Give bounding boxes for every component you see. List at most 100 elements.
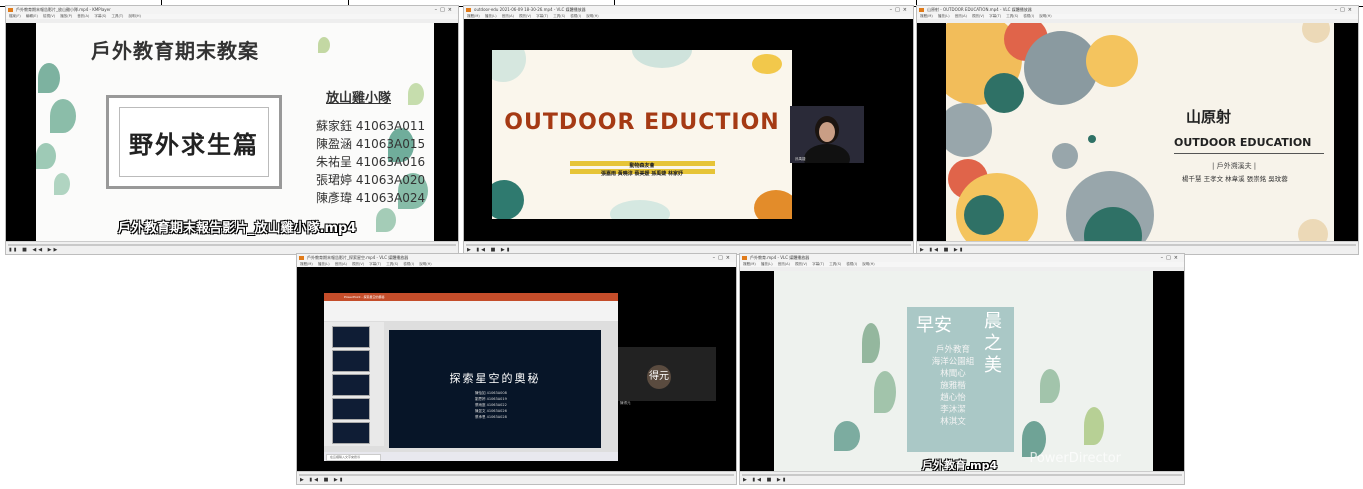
menu-item[interactable]: 工具(S) bbox=[386, 262, 398, 266]
window-controls[interactable]: –□× bbox=[713, 254, 733, 262]
playback-buttons[interactable]: ▶ ▮◀ ■ ▶▮ bbox=[743, 477, 788, 483]
menu-item[interactable]: 檢視(I) bbox=[1023, 14, 1034, 18]
member-list: 陳怡如 41063A008 劉思婷 41063A019 蔡雨庭 41063A02… bbox=[475, 390, 507, 420]
vlc-logo-icon bbox=[299, 256, 304, 260]
leaf-decoration bbox=[632, 50, 692, 68]
player-controls[interactable]: ▶ ▮◀ ■ ▶▮ bbox=[297, 471, 736, 484]
menu-item[interactable]: 音訊(A) bbox=[335, 262, 347, 266]
menu-item[interactable]: 媒體(M) bbox=[300, 262, 313, 266]
menu-item[interactable]: 編輯(E) bbox=[26, 14, 38, 18]
menu-item[interactable]: 音訊(A) bbox=[77, 14, 89, 18]
video-area[interactable]: 戶外教育期末教案 放山雞小隊 野外求生篇 蘇家鈺 41063A011 陳盈涵 4… bbox=[6, 23, 458, 242]
menu-item[interactable]: 字幕(S) bbox=[94, 14, 106, 18]
menu-item[interactable]: 視訊(V) bbox=[519, 14, 531, 18]
menu-item[interactable]: 播放(L) bbox=[761, 262, 773, 266]
menu-item[interactable]: 媒體(M) bbox=[920, 14, 933, 18]
menu-item[interactable]: 視訊(V) bbox=[972, 14, 984, 18]
video-area[interactable]: 山原射 OUTDOOR EDUCATION | 戶外溯溪夫 | 楊千慧 王孝文 … bbox=[917, 23, 1358, 242]
leaf-decoration bbox=[874, 371, 896, 413]
menu-item[interactable]: 檢視(I) bbox=[403, 262, 414, 266]
menu-item[interactable]: 音訊(A) bbox=[502, 14, 514, 18]
slide-thumbnail bbox=[332, 422, 370, 444]
menu-item[interactable]: 工具(T) bbox=[112, 14, 124, 18]
group-members: 楊千慧 王孝文 林韋溪 張崇銘 吳玟蓉 bbox=[1182, 175, 1288, 183]
menu-item[interactable]: 說明(H) bbox=[862, 262, 874, 266]
menu-item[interactable]: 工具(S) bbox=[829, 262, 841, 266]
video-area[interactable]: PowerPoint - 探索星空的奧秘 探索星空的奧秘 陳怡如 41063A0… bbox=[297, 271, 736, 472]
member: 蘇家鈺 41063A011 bbox=[316, 119, 426, 133]
menu-item[interactable]: 播放(L) bbox=[318, 262, 330, 266]
menu-item[interactable]: 字幕(T) bbox=[536, 14, 548, 18]
slide-subtitle: OUTDOOR EDUCATION bbox=[1174, 136, 1312, 149]
slide-shanyuanshe: 山原射 OUTDOOR EDUCATION | 戶外溯溪夫 | 楊千慧 王孝文 … bbox=[946, 23, 1334, 242]
window-controls[interactable]: –□× bbox=[1161, 254, 1181, 262]
video-window-fangshanji[interactable]: 戶外教育期末報告影片_放山雞小隊.mp4 - KMPlayer –□× 檔案(F… bbox=[5, 5, 459, 255]
deco-circle bbox=[984, 73, 1024, 113]
powerpoint-ribbon bbox=[324, 301, 618, 322]
webcam-feed bbox=[790, 106, 864, 163]
menu-item[interactable]: 說明(H) bbox=[1039, 14, 1051, 18]
member: 朱祐呈 41063A016 bbox=[316, 155, 426, 169]
menu-item[interactable]: 視訊(V) bbox=[795, 262, 807, 266]
window-title: 戶外教育期末報告影片_放山雞小隊.mp4 - KMPlayer bbox=[16, 7, 111, 12]
video-window-stargazing[interactable]: 戶外教育期末報告影片_探索星空.mp4 - VLC 媒體播放器 –□× 媒體(M… bbox=[296, 253, 737, 485]
menu-item[interactable]: 說明(H) bbox=[586, 14, 598, 18]
slide-title: OUTDOOR EDUCTION bbox=[504, 110, 780, 135]
video-window-outdoor-eduction[interactable]: outdoor-edu 2021-06-09 18-30-26.mp4 - VL… bbox=[463, 5, 914, 255]
video-window-morning[interactable]: 戶外教育.mp4 - VLC 媒體播放器 –□× 媒體(M) 播放(L) 音訊(… bbox=[739, 253, 1185, 485]
title-left: 早安 bbox=[916, 315, 952, 336]
menu-item[interactable]: 檢視(V) bbox=[43, 14, 55, 18]
menu-item[interactable]: 媒體(M) bbox=[467, 14, 480, 18]
video-area[interactable]: OUTDOOR EDUCTION 動物森友會 張嘉雨 黃曉淳 蔡美媛 孫禹婕 林… bbox=[464, 23, 913, 242]
video-window-shanyuanshe[interactable]: 山原射 - OUTDOOR EDUCATION.mp4 - VLC 媒體播放器 … bbox=[916, 5, 1359, 255]
window-controls[interactable]: –□× bbox=[435, 6, 455, 14]
player-controls[interactable]: ▶ ▮◀ ■ ▶▮ bbox=[740, 471, 1184, 484]
window-controls[interactable]: –□× bbox=[1335, 6, 1355, 14]
leaf-decoration bbox=[54, 173, 70, 195]
playback-buttons[interactable]: ▮▮ ■ ◀◀ ▶▶ bbox=[9, 247, 59, 253]
window-controls[interactable]: –□× bbox=[890, 6, 910, 14]
window-title: outdoor-edu 2021-06-09 18-30-26.mp4 - VL… bbox=[474, 7, 586, 12]
seek-bar[interactable] bbox=[8, 244, 456, 246]
seek-bar[interactable] bbox=[919, 244, 1356, 246]
participant-name: 陳得元 bbox=[620, 401, 631, 405]
menu-item[interactable]: 工具(S) bbox=[553, 14, 565, 18]
title-bar[interactable]: 戶外教育.mp4 - VLC 媒體播放器 –□× bbox=[740, 254, 1184, 262]
title-right: 晨之美 bbox=[984, 311, 1002, 376]
leaf-decoration bbox=[36, 143, 56, 169]
menu-item[interactable]: 音訊(A) bbox=[955, 14, 967, 18]
deco-circle bbox=[964, 195, 1004, 235]
video-area[interactable]: 早安 晨之美 戶外教育 海洋公園組 林聞心 施雅楷 趙心怡 李沐潔 林淇文 Po… bbox=[740, 271, 1184, 472]
title-bar[interactable]: outdoor-edu 2021-06-09 18-30-26.mp4 - VL… bbox=[464, 6, 913, 14]
deco-circle bbox=[946, 103, 992, 157]
menu-item[interactable]: 視訊(V) bbox=[352, 262, 364, 266]
menu-item[interactable]: 檢視(I) bbox=[846, 262, 857, 266]
menu-item[interactable]: 字幕(T) bbox=[989, 14, 1001, 18]
menu-item[interactable]: 字幕(T) bbox=[812, 262, 824, 266]
title-bar[interactable]: 山原射 - OUTDOOR EDUCATION.mp4 - VLC 媒體播放器 … bbox=[917, 6, 1358, 14]
title-bar[interactable]: 戶外教育期末報告影片_探索星空.mp4 - VLC 媒體播放器 –□× bbox=[297, 254, 736, 262]
menu-item[interactable]: 音訊(A) bbox=[778, 262, 790, 266]
menu-item[interactable]: 播放(L) bbox=[938, 14, 950, 18]
member: 李沐潔 bbox=[940, 405, 966, 415]
presenter-face bbox=[819, 122, 835, 142]
menu-item[interactable]: 說明(H) bbox=[419, 262, 431, 266]
menu-item[interactable]: 媒體(M) bbox=[743, 262, 756, 266]
menu-item[interactable]: 字幕(T) bbox=[369, 262, 381, 266]
menu-item[interactable]: 檔案(F) bbox=[9, 14, 21, 18]
menu-item[interactable]: 播放(P) bbox=[60, 14, 72, 18]
seek-bar[interactable] bbox=[742, 474, 1182, 476]
app-logo-icon bbox=[8, 8, 13, 12]
slide-title: 戶外教育期末教案 bbox=[91, 39, 259, 63]
menu-item[interactable]: 播放(L) bbox=[485, 14, 497, 18]
seek-bar[interactable] bbox=[466, 244, 911, 246]
title-bar[interactable]: 戶外教育期末報告影片_放山雞小隊.mp4 - KMPlayer –□× bbox=[6, 6, 458, 14]
menu-item[interactable]: 工具(S) bbox=[1006, 14, 1018, 18]
menu-item[interactable]: 說明(H) bbox=[129, 14, 141, 18]
seek-bar[interactable] bbox=[299, 474, 734, 476]
menu-item[interactable]: 檢視(I) bbox=[570, 14, 581, 18]
slide-title: 山原射 bbox=[1186, 108, 1232, 126]
leaf-decoration bbox=[834, 421, 860, 451]
vlc-logo-icon bbox=[466, 8, 471, 12]
playback-buttons[interactable]: ▶ ▮◀ ■ ▶▮ bbox=[300, 477, 345, 483]
